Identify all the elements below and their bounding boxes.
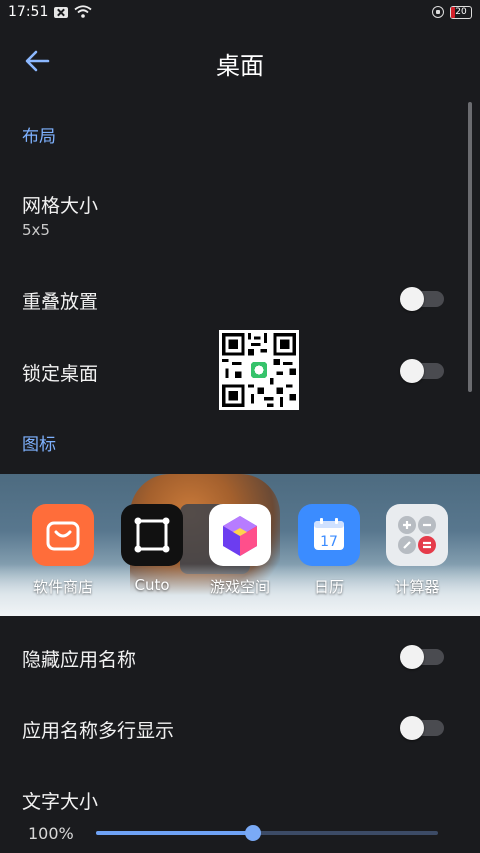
app-cuto: Cuto <box>120 504 184 594</box>
lock-desktop-label: 锁定桌面 <box>22 363 99 385</box>
text-size-value: 100% <box>28 824 74 843</box>
battery-icon: 20 <box>450 5 472 19</box>
notification-icon <box>54 6 69 18</box>
shopping-bag-icon <box>32 504 94 566</box>
qr-code-image <box>219 330 299 410</box>
app-software-store: 软件商店 <box>31 504 95 597</box>
text-size-slider[interactable] <box>96 825 438 841</box>
slider-thumb[interactable] <box>245 825 261 841</box>
grid-size-value: 5x5 <box>22 221 50 239</box>
wifi-icon <box>74 5 92 18</box>
app-calculator: 计算器 <box>385 504 449 597</box>
calendar-day: 17 <box>320 534 338 550</box>
multiline-names-label: 应用名称多行显示 <box>22 720 175 742</box>
text-size-label: 文字大小 <box>22 791 99 813</box>
app-label: 日历 <box>313 578 344 596</box>
lock-desktop-toggle[interactable] <box>400 359 444 383</box>
scrollbar[interactable] <box>468 102 472 392</box>
crop-frame-icon <box>121 504 183 566</box>
page-title: 桌面 <box>216 52 264 80</box>
app-calendar: 17 日历 <box>297 504 361 597</box>
battery-level: 20 <box>455 6 467 17</box>
section-header-layout: 布局 <box>22 127 56 147</box>
lock-icon <box>432 6 444 18</box>
app-label: 游戏空间 <box>209 578 270 596</box>
app-game-space: 游戏空间 <box>208 504 272 597</box>
icon-preview: 软件商店 Cuto 游戏空间 17 日历 计算器 <box>0 474 480 616</box>
app-label: 软件商店 <box>32 578 93 596</box>
cube-icon <box>209 504 271 566</box>
grid-size-label: 网格大小 <box>22 195 99 217</box>
top-bar: 桌面 <box>0 36 480 86</box>
app-label: 计算器 <box>394 578 440 596</box>
hide-app-names-label: 隐藏应用名称 <box>22 649 137 671</box>
calendar-icon: 17 <box>298 504 360 566</box>
status-time: 17:51 <box>8 4 49 20</box>
overlap-label: 重叠放置 <box>22 291 99 313</box>
overlap-toggle[interactable] <box>400 287 444 311</box>
multiline-names-toggle[interactable] <box>400 716 444 740</box>
status-bar: 17:51 20 <box>0 0 480 24</box>
section-header-icons: 图标 <box>22 435 56 455</box>
hide-app-names-toggle[interactable] <box>400 645 444 669</box>
app-label: Cuto <box>134 576 170 594</box>
calculator-icon <box>386 504 448 566</box>
